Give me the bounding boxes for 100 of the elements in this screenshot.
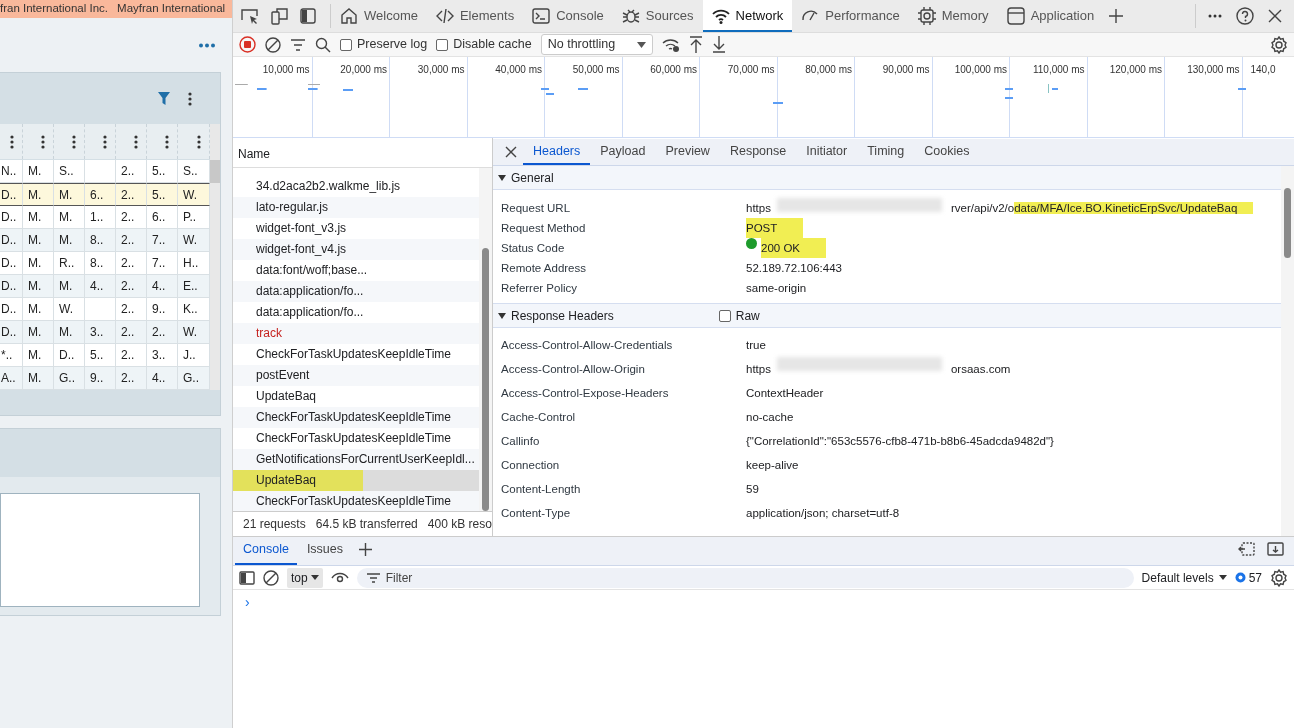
section-header[interactable]: Response Headers Raw [493, 304, 1281, 328]
drawer-tab[interactable]: Console [235, 540, 297, 565]
drawer-tab[interactable]: Issues [298, 540, 351, 565]
filter-icon [366, 572, 380, 583]
header-value: same-origin [746, 281, 807, 296]
caret-down-icon[interactable] [498, 311, 506, 320]
scrollbar[interactable] [1281, 166, 1294, 536]
request-row[interactable]: GetNotificationsForCurrentUserKeepIdl... [233, 449, 479, 470]
clear-icon[interactable] [263, 569, 279, 586]
chip-icon [917, 7, 936, 25]
code-icon [435, 7, 454, 25]
scrollbar[interactable] [210, 124, 220, 390]
kebab-icon[interactable] [41, 134, 45, 149]
scrollbar[interactable] [479, 168, 492, 511]
header-value: POST [746, 218, 804, 238]
device-icon[interactable] [271, 7, 288, 25]
filter-icon[interactable] [158, 92, 170, 105]
header-name: Cache-Control [501, 410, 577, 425]
panel-tab[interactable]: Sources [612, 0, 703, 32]
checkbox[interactable]: Preserve log [340, 35, 428, 54]
table-cell: J.. [178, 344, 210, 367]
throttling-dropdown[interactable]: No throttling [540, 34, 653, 55]
settings-icon[interactable] [1270, 35, 1288, 54]
filter-icon[interactable] [290, 38, 306, 51]
eye-icon[interactable] [330, 571, 349, 584]
message-count: 57 [1248, 569, 1262, 587]
search-icon[interactable] [315, 36, 331, 53]
undock-icon[interactable] [1238, 542, 1255, 556]
kebab-icon[interactable] [197, 134, 201, 149]
request-row[interactable]: CheckForTaskUpdatesKeepIdleTime [233, 407, 479, 428]
download-icon[interactable] [711, 36, 726, 53]
add-icon[interactable] [359, 543, 372, 556]
close-icon[interactable] [505, 146, 517, 158]
more-icon[interactable] [199, 42, 215, 48]
request-row[interactable]: postEvent [233, 365, 479, 386]
time-tick-label: 30,000 ms [417, 64, 465, 75]
details-tab[interactable]: Timing [857, 142, 915, 165]
details-tab[interactable]: Preview [655, 142, 720, 165]
header-value: https [746, 362, 771, 377]
panel-tab[interactable]: Performance [792, 0, 909, 32]
header-value: 59 [746, 482, 759, 497]
details-tab[interactable]: Response [719, 142, 797, 165]
table-cell: M. [23, 229, 54, 252]
dock-icon[interactable] [1267, 542, 1284, 556]
settings-icon[interactable] [1270, 568, 1288, 587]
sidebar-icon[interactable] [239, 570, 255, 585]
header-value: no-cache [746, 410, 794, 425]
table-cell: 2.. [116, 252, 147, 275]
table-cell: 7.. [147, 252, 178, 275]
checkbox[interactable]: Raw [718, 306, 760, 325]
more-icon[interactable] [1208, 14, 1222, 18]
message-icon[interactable] [1234, 572, 1246, 583]
kebab-icon[interactable] [103, 134, 107, 149]
upload-icon[interactable] [688, 36, 703, 53]
request-row[interactable]: lato-regular.js [233, 197, 479, 218]
request-row[interactable]: UpdateBaq [233, 470, 479, 491]
panel-tab[interactable]: Application [997, 0, 1104, 32]
caret-down-icon[interactable] [498, 173, 506, 182]
wifi-settings-icon[interactable] [661, 36, 680, 53]
request-row[interactable]: widget-font_v4.js [233, 239, 479, 260]
clear-icon[interactable] [265, 36, 281, 53]
details-tab[interactable]: Payload [590, 142, 656, 165]
section-header[interactable]: General [493, 166, 1281, 190]
context-dropdown[interactable]: top [287, 567, 323, 588]
panel-tab[interactable]: Elements [426, 0, 524, 32]
kebab-icon[interactable] [188, 91, 192, 106]
table-cell: M. [23, 160, 54, 183]
request-row[interactable]: CheckForTaskUpdatesKeepIdleTime [233, 491, 479, 511]
filter-field[interactable]: Filter [356, 567, 1134, 588]
table-cell: 2.. [116, 183, 147, 206]
checkbox[interactable]: Disable cache [436, 35, 532, 54]
close-icon[interactable] [1268, 9, 1282, 23]
table-cell: D.. [0, 321, 23, 344]
kebab-icon[interactable] [134, 134, 138, 149]
details-tab[interactable]: Initiator [796, 142, 858, 165]
request-row[interactable]: track [233, 323, 479, 344]
details-tab[interactable]: Cookies [914, 142, 980, 165]
header-value: true [746, 338, 766, 353]
kebab-icon[interactable] [165, 134, 169, 149]
table-cell: M. [23, 344, 54, 367]
record-icon[interactable] [239, 36, 256, 53]
table-cell: 2.. [116, 206, 147, 229]
time-tick-label: 20,000 ms [340, 64, 387, 75]
table-cell: 7.. [147, 229, 178, 252]
table-cell: 6.. [147, 206, 178, 229]
inspect-icon[interactable] [241, 8, 259, 24]
add-icon[interactable] [1109, 9, 1124, 23]
request-row[interactable]: data:application/fo... [233, 281, 479, 302]
help-icon[interactable] [1236, 7, 1254, 25]
sidebar-icon[interactable] [300, 8, 316, 24]
panel-tab[interactable]: Console [523, 0, 613, 32]
kebab-icon[interactable] [10, 134, 14, 149]
panel-tab[interactable]: Welcome [331, 0, 427, 32]
levels-dropdown[interactable]: Default levels [1141, 568, 1227, 587]
kebab-icon[interactable] [72, 134, 76, 149]
details-tab[interactable]: Headers [523, 142, 591, 165]
panel-tab[interactable]: Memory [908, 0, 998, 32]
panel-tab[interactable]: Network [702, 0, 793, 32]
table-cell: 2.. [116, 229, 147, 252]
header-name: Connection [501, 458, 561, 473]
